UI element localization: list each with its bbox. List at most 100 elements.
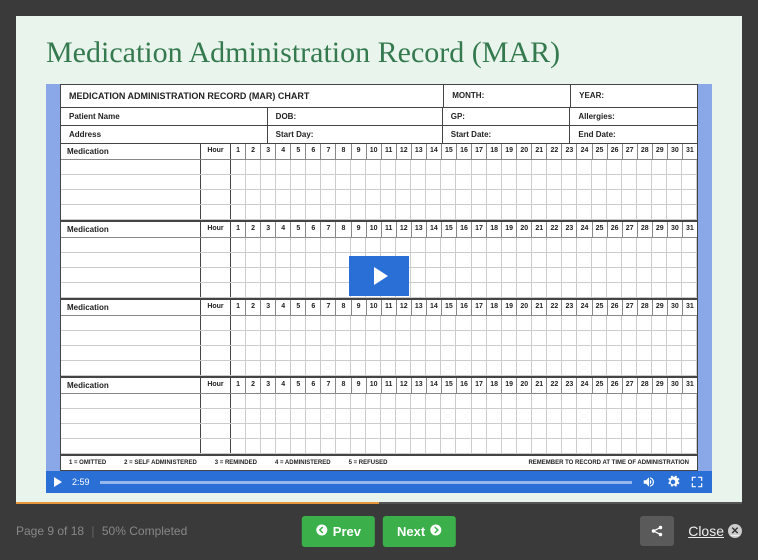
day-cell xyxy=(411,205,426,219)
day-cell xyxy=(306,205,321,219)
med-empty xyxy=(61,283,201,297)
day-cell xyxy=(472,205,487,219)
day-header: 17 xyxy=(472,144,487,159)
day-cell xyxy=(306,361,321,375)
day-cell xyxy=(336,346,351,360)
day-cell xyxy=(532,238,547,252)
day-cell xyxy=(321,394,336,408)
day-cell xyxy=(682,409,697,423)
day-cell xyxy=(321,331,336,345)
day-cell xyxy=(381,238,396,252)
day-header: 30 xyxy=(668,378,683,393)
day-header: 28 xyxy=(638,378,653,393)
day-cell xyxy=(246,268,261,282)
med-empty xyxy=(61,238,201,252)
day-cell xyxy=(562,361,577,375)
med-empty xyxy=(61,175,201,189)
day-cell xyxy=(502,190,517,204)
day-cell xyxy=(637,160,652,174)
day-cell xyxy=(517,331,532,345)
day-cell xyxy=(456,238,471,252)
day-cell xyxy=(532,331,547,345)
day-header: 19 xyxy=(502,300,517,315)
day-cell xyxy=(562,346,577,360)
page-info: Page 9 of 18 | 50% Completed xyxy=(16,524,187,538)
day-header: 22 xyxy=(547,300,562,315)
day-cell xyxy=(231,190,246,204)
day-cell xyxy=(682,268,697,282)
day-cell xyxy=(487,160,502,174)
day-cell xyxy=(291,268,306,282)
fullscreen-icon[interactable] xyxy=(690,475,704,489)
day-cells xyxy=(231,253,697,267)
day-cell xyxy=(411,439,426,453)
day-cell xyxy=(607,160,622,174)
day-cell xyxy=(441,175,456,189)
day-cell xyxy=(351,409,366,423)
day-cell xyxy=(622,238,637,252)
day-cell xyxy=(487,316,502,330)
year-label: YEAR: xyxy=(571,85,697,107)
medication-block: MedicationHour12345678910111213141516171… xyxy=(61,378,697,456)
day-cell xyxy=(487,283,502,297)
prev-button[interactable]: Prev xyxy=(302,516,375,547)
hour-empty xyxy=(201,346,231,360)
day-cell xyxy=(261,283,276,297)
day-header: 7 xyxy=(321,222,336,237)
day-cell xyxy=(321,409,336,423)
day-cell xyxy=(426,160,441,174)
day-cell xyxy=(517,346,532,360)
day-cell xyxy=(411,253,426,267)
day-cell xyxy=(487,424,502,438)
day-cell xyxy=(547,316,562,330)
day-cell xyxy=(622,394,637,408)
seek-bar[interactable] xyxy=(100,481,632,484)
day-cell xyxy=(472,316,487,330)
play-control-icon[interactable] xyxy=(54,477,62,487)
day-cell xyxy=(411,409,426,423)
day-cell xyxy=(261,190,276,204)
day-cell xyxy=(652,190,667,204)
day-cell xyxy=(652,268,667,282)
close-button[interactable]: Close ✕ xyxy=(688,523,742,539)
volume-icon[interactable] xyxy=(642,475,656,489)
day-cell xyxy=(321,160,336,174)
day-cell xyxy=(396,439,411,453)
day-cell xyxy=(336,160,351,174)
day-header: 29 xyxy=(653,222,668,237)
day-cell xyxy=(577,394,592,408)
day-cell xyxy=(532,253,547,267)
day-cell xyxy=(246,253,261,267)
next-button[interactable]: Next xyxy=(383,516,456,547)
day-cell xyxy=(246,316,261,330)
day-cell xyxy=(682,439,697,453)
med-empty xyxy=(61,190,201,204)
day-cell xyxy=(622,190,637,204)
play-button[interactable] xyxy=(349,256,409,296)
hour-label: Hour xyxy=(201,144,231,159)
day-header: 14 xyxy=(427,144,442,159)
day-cell xyxy=(472,394,487,408)
day-header: 8 xyxy=(336,378,351,393)
share-button[interactable] xyxy=(640,516,674,546)
day-header: 8 xyxy=(336,144,351,159)
day-header: 13 xyxy=(412,144,427,159)
day-cell xyxy=(426,253,441,267)
day-cell xyxy=(426,331,441,345)
day-cell xyxy=(306,160,321,174)
chevron-right-icon xyxy=(430,524,442,539)
day-cell xyxy=(517,205,532,219)
day-cell xyxy=(381,205,396,219)
day-cell xyxy=(321,424,336,438)
day-cell xyxy=(351,361,366,375)
day-cell xyxy=(502,409,517,423)
day-cell xyxy=(607,175,622,189)
day-cell xyxy=(366,160,381,174)
reminder-text: REMEMBER TO RECORD AT TIME OF ADMINISTRA… xyxy=(528,460,689,466)
day-cell xyxy=(682,253,697,267)
settings-icon[interactable] xyxy=(666,475,680,489)
day-cell xyxy=(637,175,652,189)
day-header: 14 xyxy=(427,222,442,237)
day-header: 1 xyxy=(231,378,246,393)
day-header-cells: 1234567891011121314151617181920212223242… xyxy=(231,300,697,315)
